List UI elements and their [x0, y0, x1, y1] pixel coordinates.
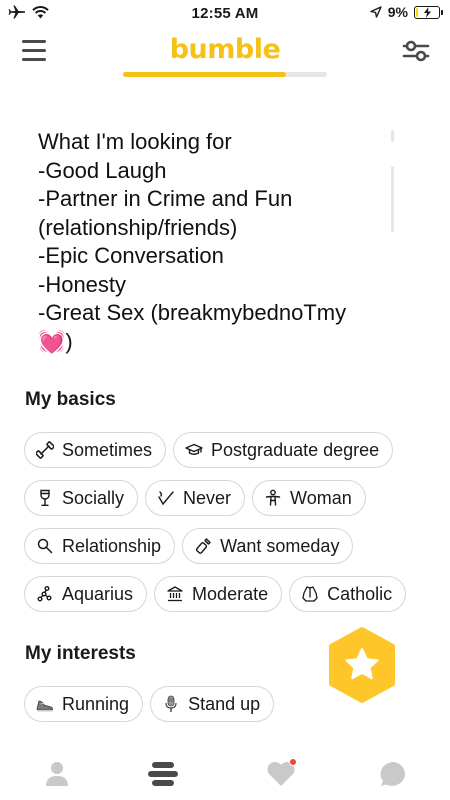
interests-row: Running Stand up: [24, 686, 275, 722]
government-building-icon: [167, 586, 183, 602]
basics-row: Relationship Want someday: [24, 528, 354, 564]
chip-label: Aquarius: [62, 583, 134, 604]
basics-chip-exercise: Sometimes: [24, 432, 167, 468]
bottom-navigation: [0, 748, 450, 800]
baby-bottle-icon: [195, 538, 211, 554]
notification-dot: [289, 758, 297, 766]
chip-label: Catholic: [327, 583, 393, 604]
nav-profile[interactable]: [37, 754, 77, 794]
bio-line: 💓): [38, 328, 73, 354]
app-header: bumble: [0, 28, 450, 80]
chip-label: Relationship: [62, 535, 162, 556]
chip-label: Want someday: [220, 535, 340, 556]
basics-row: Sometimes Postgraduate degree: [24, 432, 394, 468]
interest-chip-stand-up: Stand up: [150, 686, 275, 722]
cigarette-icon: [158, 491, 174, 506]
basics-chip-drinking: Socially: [24, 480, 139, 516]
basics-chip-religion: Catholic: [289, 576, 407, 612]
running-shoe-emoji: [36, 700, 53, 712]
bio-line: -Great Sex (breakmybednoTmy: [38, 300, 347, 325]
constellation-icon: [37, 586, 52, 602]
nav-people[interactable]: [143, 754, 183, 794]
battery-level: [416, 7, 418, 17]
interests-section-title: My interests: [25, 643, 136, 664]
bio-line: (relationship/friends): [38, 214, 238, 240]
profile-progress-fill: [123, 72, 287, 77]
battery-percent: 9%: [387, 4, 408, 20]
battery-icon: [414, 5, 443, 19]
chip-label: Socially: [62, 487, 125, 508]
chip-label: Moderate: [192, 583, 269, 604]
chip-label: Never: [183, 487, 232, 508]
bio-line: -Honesty: [38, 271, 127, 297]
basics-chip-kids: Want someday: [182, 528, 354, 564]
people-stack-icon: [148, 762, 178, 786]
charging-bolt-icon: [424, 6, 431, 18]
graduation-cap-icon: [185, 443, 203, 455]
basics-chip-education: Postgraduate degree: [173, 432, 394, 468]
chip-label: Stand up: [188, 693, 261, 714]
basics-row: Socially Never Woman: [24, 480, 366, 516]
status-right: 9%: [370, 4, 443, 20]
praying-hands-icon: [302, 586, 318, 602]
nav-chats[interactable]: [374, 754, 414, 794]
dumbbell-icon: [36, 441, 54, 459]
filter-sliders-icon[interactable]: [402, 38, 430, 64]
bio-text: What I'm looking for -Good Laugh -Partne…: [38, 128, 394, 356]
basics-chip-smoking: Never: [145, 480, 246, 516]
superswipe-star-button[interactable]: [327, 627, 397, 703]
basics-chip-looking-for: Relationship: [24, 528, 176, 564]
search-icon: [37, 538, 53, 554]
basics-row: Aquarius Moderate Catholic: [24, 576, 407, 612]
bumble-logo: bumble: [169, 34, 281, 65]
chip-label: Running: [62, 693, 130, 714]
chip-label: Postgraduate degree: [211, 439, 380, 460]
basics-chip-star-sign: Aquarius: [24, 576, 148, 612]
wine-glass-icon: [40, 489, 50, 506]
profile-icon: [46, 762, 68, 786]
basics-section-title: My basics: [25, 389, 116, 410]
location-arrow-icon: [370, 6, 382, 18]
status-bar: 12:55 AM 9%: [0, 0, 450, 28]
profile-progress-bar: [123, 72, 327, 77]
chip-label: Woman: [290, 487, 352, 508]
nav-matches[interactable]: [261, 754, 301, 794]
bio-scroll-indicator: [391, 130, 395, 232]
person-icon: [265, 489, 281, 506]
microphone-emoji: [165, 695, 177, 712]
basics-chip-politics: Moderate: [154, 576, 283, 612]
bio-line: -Epic Conversation: [38, 243, 224, 268]
profile-content[interactable]: What I'm looking for -Good Laugh -Partne…: [0, 80, 450, 748]
basics-chip-gender: Woman: [252, 480, 366, 516]
chat-bubble-icon: [380, 761, 406, 786]
chip-label: Sometimes: [62, 439, 153, 460]
bio-line: -Partner in Crime and Fun: [38, 186, 293, 211]
bio-line: -Good Laugh: [38, 157, 167, 183]
bio-line: What I'm looking for: [38, 129, 232, 154]
interest-chip-running: Running: [24, 686, 144, 722]
